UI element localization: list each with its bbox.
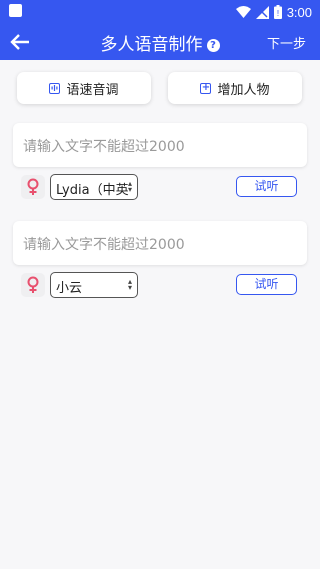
voice-select-2[interactable]: 小云 ▴ ▾: [50, 272, 138, 298]
female-icon: [21, 273, 45, 297]
status-icons: ! 3:00: [235, 3, 312, 21]
help-icon[interactable]: ?: [206, 38, 220, 52]
text-input-2[interactable]: 请输入文字不能超过2000: [13, 221, 307, 265]
app-square-icon: [9, 4, 22, 17]
listen-button-1[interactable]: 试听: [236, 176, 297, 197]
text-input-1[interactable]: 请输入文字不能超过2000: [13, 123, 307, 167]
app-bar: 多人语音制作? 下一步: [0, 24, 320, 60]
next-step-button[interactable]: 下一步: [267, 33, 306, 52]
listen-button-2[interactable]: 试听: [236, 274, 297, 295]
voice-select-value: 小云: [56, 281, 83, 296]
add-person-label: 增加人物: [217, 82, 270, 98]
speed-pitch-button[interactable]: 语速音调: [17, 72, 151, 104]
battery-icon: !: [273, 5, 282, 19]
voice-row-1: Lydia（中英 ▴ ▾ 试听: [0, 174, 320, 200]
svg-text:!: !: [277, 9, 279, 18]
main-content: 语速音调 + 增加人物 请输入文字不能超过2000 Lydia（中英 ▴ ▾ 试听…: [0, 60, 320, 569]
female-icon: [21, 175, 45, 199]
voice-select-value: Lydia（中英: [56, 183, 129, 198]
plus-icon: +: [200, 82, 212, 94]
status-time: 3:00: [286, 4, 312, 20]
voice-row-2: 小云 ▴ ▾ 试听: [0, 272, 320, 298]
select-caret-icon: ▴ ▾: [127, 179, 132, 194]
speed-pitch-label: 语速音调: [66, 82, 119, 98]
speed-pitch-icon: [49, 82, 61, 94]
page-title: 多人语音制作: [100, 35, 203, 55]
voice-select-1[interactable]: Lydia（中英 ▴ ▾: [50, 174, 138, 200]
add-person-button[interactable]: + 增加人物: [168, 72, 302, 104]
wifi-icon: [235, 6, 251, 18]
status-bar: ! 3:00: [0, 0, 320, 24]
signal-icon: [255, 5, 269, 19]
select-caret-icon: ▴ ▾: [127, 277, 132, 292]
